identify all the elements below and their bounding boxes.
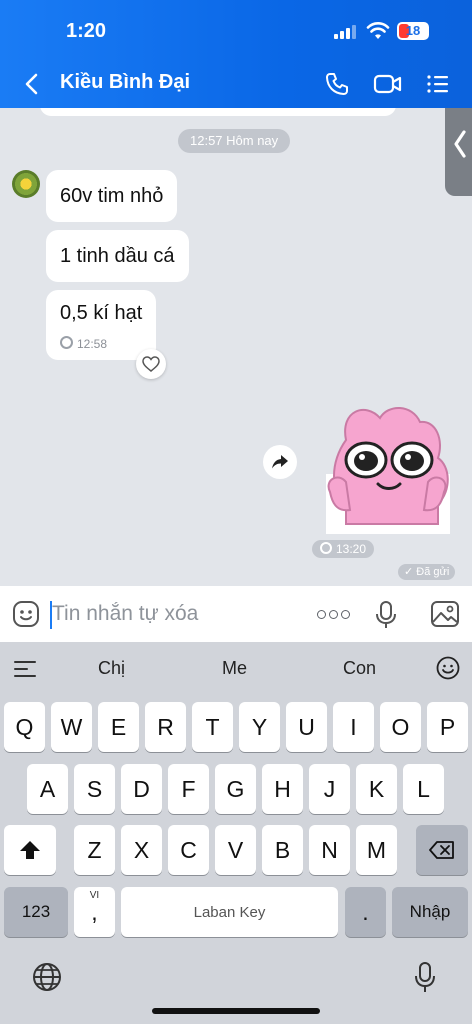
suggestion-3[interactable]: Con: [343, 658, 376, 679]
share-arrow-icon: [272, 455, 288, 469]
message-input[interactable]: [52, 596, 292, 632]
previous-message-bubble: [40, 108, 396, 116]
chat-title[interactable]: Kiều Bình Đại: [60, 71, 190, 94]
suggestion-2[interactable]: Me: [222, 658, 247, 679]
sticker-emoji-icon[interactable]: [12, 600, 40, 628]
more-options-icon[interactable]: [317, 610, 351, 622]
image-picker-icon[interactable]: [430, 600, 460, 628]
comma-key-hint: VI: [89, 890, 100, 901]
wifi-icon: [366, 22, 390, 39]
key-m[interactable]: M: [356, 825, 397, 875]
chevron-left-icon: [454, 130, 466, 158]
message-text: 60v tim nhỏ: [60, 185, 164, 207]
key-x[interactable]: X: [121, 825, 162, 875]
key-w[interactable]: W: [51, 702, 92, 752]
message-time: 12:58: [60, 336, 107, 351]
key-h[interactable]: H: [262, 764, 303, 814]
key-d[interactable]: D: [121, 764, 162, 814]
comma-key[interactable]: VI ,: [74, 887, 115, 937]
home-indicator[interactable]: [152, 1008, 320, 1014]
emoji-icon[interactable]: [436, 656, 460, 680]
period-key[interactable]: .: [345, 887, 386, 937]
sent-status-badge: ✓ Đã gửi: [398, 564, 456, 580]
status-bar: 1:20 18: [0, 0, 472, 62]
suggestion-1[interactable]: Chị: [98, 658, 125, 679]
message-text: 1 tinh dầu cá: [60, 245, 175, 267]
key-v[interactable]: V: [215, 825, 256, 875]
key-f[interactable]: F: [168, 764, 209, 814]
navbar: Kiều Bình Đại: [0, 62, 472, 106]
backspace-icon: [429, 841, 454, 859]
message-bubble[interactable]: 1 tinh dầu cá: [46, 230, 189, 282]
key-t[interactable]: T: [192, 702, 233, 752]
microphone-icon[interactable]: [374, 600, 398, 630]
key-i[interactable]: I: [333, 702, 374, 752]
avatar[interactable]: [12, 170, 40, 198]
key-a[interactable]: A: [27, 764, 68, 814]
key-u[interactable]: U: [286, 702, 327, 752]
space-key[interactable]: Laban Key: [121, 887, 338, 937]
battery-level: 18: [405, 23, 421, 38]
message-bubble[interactable]: 60v tim nhỏ: [46, 170, 178, 222]
sticker-time: 13:20: [312, 540, 375, 558]
enter-key[interactable]: Nhập: [392, 887, 468, 937]
message-bubble[interactable]: 0,5 kí hạt 12:58: [46, 290, 157, 360]
phone-icon[interactable]: [324, 71, 350, 97]
key-l[interactable]: L: [403, 764, 444, 814]
message-list[interactable]: 12:57 Hôm nay 60v tim nhỏ 1 tinh dầu cá …: [0, 108, 472, 586]
status-time: 1:20: [66, 20, 107, 42]
numbers-key[interactable]: 123: [4, 887, 68, 937]
key-n[interactable]: N: [309, 825, 350, 875]
battery-icon: 18: [397, 22, 429, 40]
key-j[interactable]: J: [309, 764, 350, 814]
dictation-mic-icon[interactable]: [414, 962, 436, 994]
key-g[interactable]: G: [215, 764, 256, 814]
key-o[interactable]: O: [380, 702, 421, 752]
key-e[interactable]: E: [98, 702, 139, 752]
key-q[interactable]: Q: [4, 702, 45, 752]
key-y[interactable]: Y: [239, 702, 280, 752]
back-icon[interactable]: [22, 72, 42, 96]
key-r[interactable]: R: [145, 702, 186, 752]
react-heart-button[interactable]: [136, 349, 166, 379]
chat-header: 1:20 18 Kiều Bình Đại: [0, 0, 472, 108]
key-b[interactable]: B: [262, 825, 303, 875]
side-panel-handle[interactable]: [445, 108, 472, 196]
forward-button[interactable]: [263, 445, 297, 479]
video-call-icon[interactable]: [373, 72, 403, 96]
shift-arrow-icon: [20, 841, 40, 859]
message-text: 0,5 kí hạt: [60, 302, 143, 324]
backspace-key[interactable]: [416, 825, 468, 875]
message-composer: [0, 586, 472, 642]
key-s[interactable]: S: [74, 764, 115, 814]
sticker-image[interactable]: [316, 400, 458, 536]
comma-key-label: ,: [91, 898, 98, 925]
key-p[interactable]: P: [427, 702, 468, 752]
heart-icon: [142, 356, 160, 372]
key-c[interactable]: C: [168, 825, 209, 875]
list-menu-icon[interactable]: [426, 73, 448, 95]
cellular-signal-icon: [334, 25, 358, 39]
key-z[interactable]: Z: [74, 825, 115, 875]
key-k[interactable]: K: [356, 764, 397, 814]
shift-key[interactable]: [4, 825, 56, 875]
globe-icon[interactable]: [32, 962, 62, 992]
suggestion-bar: Chị Me Con: [0, 642, 472, 694]
date-separator: 12:57 Hôm nay: [178, 129, 291, 153]
on-screen-keyboard: Chị Me Con Q W E R T Y U I O P A S D F G…: [0, 642, 472, 1024]
keyboard-menu-icon[interactable]: [14, 661, 36, 677]
